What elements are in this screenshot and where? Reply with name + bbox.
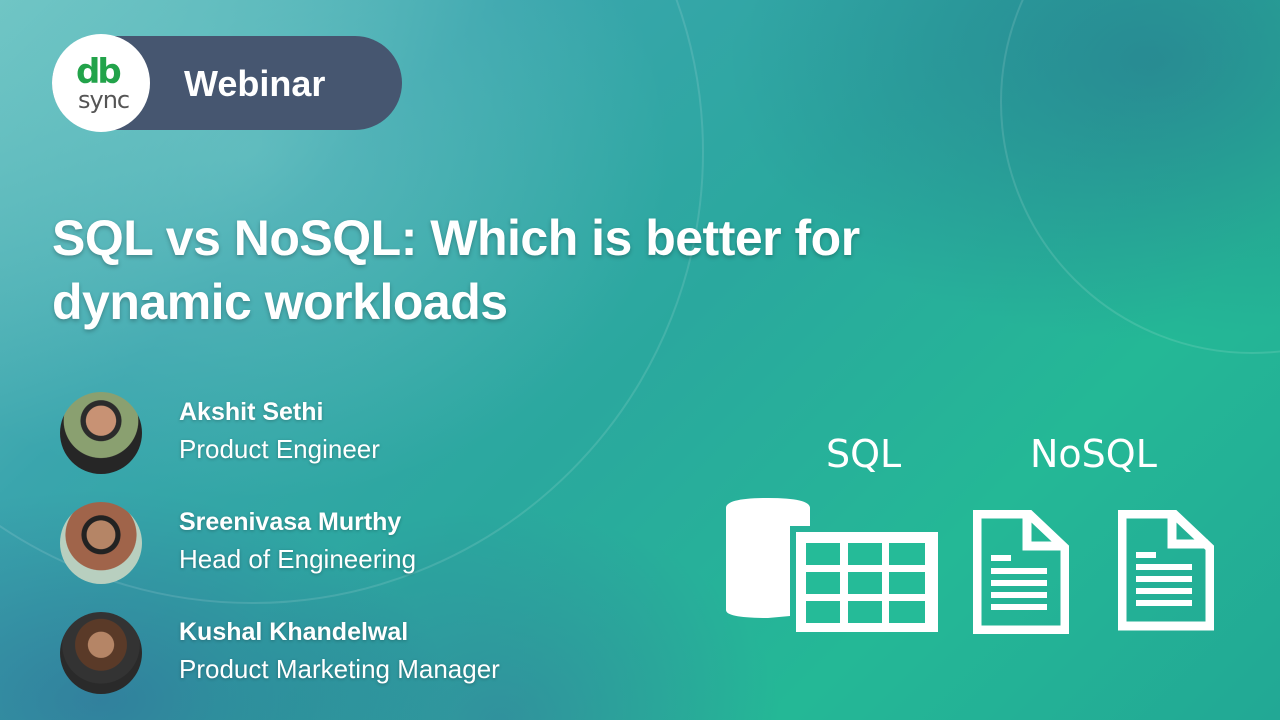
speaker-name: Sreenivasa Murthy — [179, 508, 402, 536]
sql-label: SQL — [826, 432, 902, 476]
avatar — [60, 392, 142, 474]
page-title: SQL vs NoSQL: Which is better for dynami… — [52, 206, 952, 334]
webinar-label: Webinar — [184, 63, 326, 104]
title-line-2: dynamic workloads — [52, 274, 508, 330]
speaker-role: Product Marketing Manager — [179, 654, 500, 684]
dbsync-logo: db sync — [52, 34, 150, 132]
document-icon — [973, 510, 1069, 634]
title-line-1: SQL vs NoSQL: Which is better for — [52, 210, 860, 266]
logo-sync-text: sync — [78, 86, 130, 114]
document-icon — [1118, 510, 1214, 631]
speaker-name: Kushal Khandelwal — [179, 618, 409, 646]
nosql-label: NoSQL — [1030, 432, 1157, 476]
speaker-role: Product Engineer — [179, 434, 380, 464]
avatar — [60, 502, 142, 584]
speaker-name: Akshit Sethi — [179, 398, 324, 426]
speaker-role: Head of Engineering — [179, 544, 417, 574]
avatar — [60, 612, 142, 694]
database-table-icon — [726, 498, 938, 632]
